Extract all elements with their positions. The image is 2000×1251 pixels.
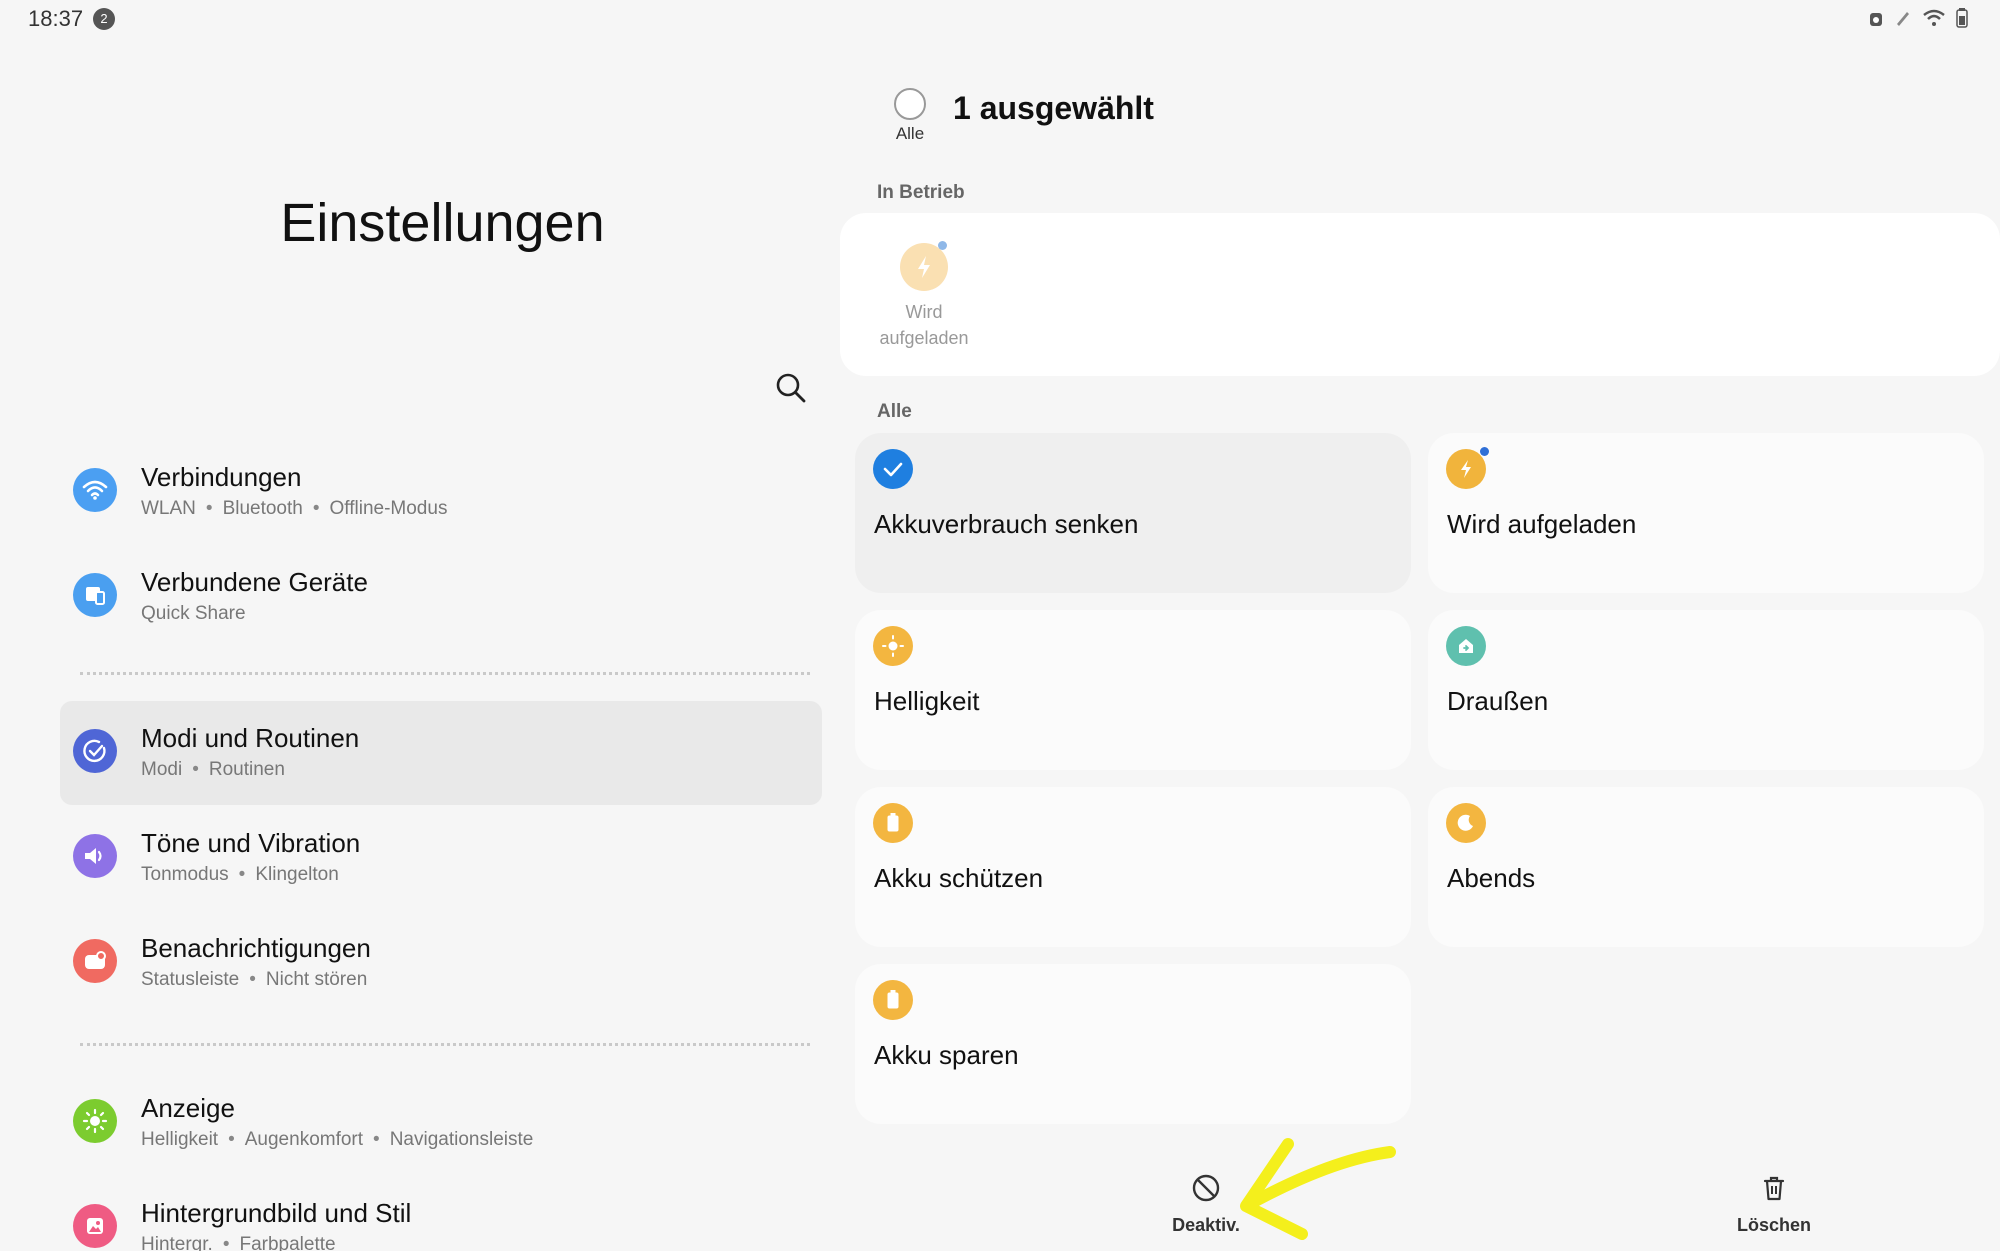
section-label-alle: Alle [877,401,912,422]
mode-label: Helligkeit [874,686,980,716]
wallpaper-icon [73,1204,117,1248]
item-subtitle: Statusleiste • Nicht stören [141,969,368,990]
select-all-circle[interactable] [894,88,926,120]
mode-card-akkuverbrauch-senken[interactable]: Akkuverbrauch senken [855,433,1411,593]
settings-item-toene-und-vibration[interactable]: Töne und Vibration Tonmodus • Klingelton [60,806,822,910]
item-title: Modi und Routinen [141,723,360,753]
item-title: Benachrichtigungen [141,933,371,963]
item-title: Verbindungen [141,462,302,492]
trash-icon [1763,1176,1785,1201]
divider [80,672,810,675]
page-title: Einstellungen [280,193,605,253]
status-time: 18:37 [28,6,84,31]
item-subtitle: WLAN • Bluetooth • Offline-Modus [141,498,448,519]
settings-panel: Einstellungen Verbindungen WLAN • Bluetoot… [0,40,840,1251]
mode-card-akku-sparen[interactable]: Akku sparen [855,964,1411,1124]
item-title: Töne und Vibration [141,828,361,858]
mode-label: Draußen [1447,686,1549,716]
mode-indicator-dot [1480,447,1489,456]
item-title: Verbundene Geräte [141,567,368,597]
sun-icon [873,626,913,666]
item-subtitle: Helligkeit • Augenkomfort • Navigationsleist… [141,1129,534,1150]
settings-item-hintergrundbild-und-stil[interactable]: Hintergrundbild und Stil Hintergr. • Farbp… [60,1176,822,1251]
selection-count-title: 1 ausgewählt [953,90,1154,126]
select-all-checkbox[interactable]: Alle [880,88,940,144]
mode-card-draussen[interactable]: Draußen [1428,610,1984,770]
settings-item-verbundene-geraete[interactable]: Verbundene Geräte Quick Share [60,545,822,649]
item-title: Anzeige [141,1093,235,1123]
mode-label: Akkuverbrauch senken [874,509,1139,539]
check-icon[interactable] [873,449,913,489]
mode-label: Abends [1447,863,1536,893]
outdoor-home-icon [1446,626,1486,666]
routine-check-icon [73,729,117,773]
notification-icon [73,939,117,983]
settings-item-benachrichtigungen[interactable]: Benachrichtigungen Statusleiste • Nicht st… [60,911,822,1015]
sun-icon [73,1099,117,1143]
annotation-arrow [1230,1130,1410,1245]
mode-label: Akku sparen [874,1040,1019,1070]
battery-icon [873,980,913,1020]
wifi-icon [73,468,117,512]
mode-card-wird-aufgeladen[interactable]: Wird aufgeladen [1428,433,1984,593]
item-subtitle: Modi • Routinen [141,759,285,780]
block-icon [1192,1174,1220,1202]
modes-panel: Alle 1 ausgewählt In Betrieb Wird aufgel… [840,0,2000,1251]
charging-bolt-icon [1446,449,1486,489]
charging-bolt-icon [900,243,948,291]
active-mode-label: Wird aufgeladen [879,302,969,348]
settings-item-verbindungen[interactable]: Verbindungen WLAN • Bluetooth • Offline-Modu… [60,440,822,544]
active-indicator-dot [938,241,947,250]
mode-label: Wird aufgeladen [1447,509,1637,539]
section-label-in-betrieb: In Betrieb [877,182,965,203]
item-subtitle: Quick Share [141,603,246,624]
search-button[interactable] [773,370,809,406]
select-all-label: Alle [895,124,925,143]
item-title: Hintergrundbild und Stil [141,1198,412,1228]
divider [80,1043,810,1046]
moon-icon [1446,803,1486,843]
devices-icon [73,573,117,617]
settings-item-anzeige[interactable]: Anzeige Helligkeit • Augenkomfort • Navigati… [60,1071,822,1175]
mode-card-akku-schuetzen[interactable]: Akku schützen [855,787,1411,947]
speaker-icon [73,834,117,878]
delete-label: Löschen [1736,1215,1811,1235]
settings-item-modi-und-routinen[interactable]: Modi und Routinen Modi • Routinen [60,701,822,805]
mode-card-helligkeit[interactable]: Helligkeit [855,610,1411,770]
search-icon [776,373,806,403]
item-subtitle: Hintergr. • Farbpalette [141,1234,336,1251]
notification-count-badge: 2 [93,8,115,30]
mode-card-abends[interactable]: Abends [1428,787,1984,947]
item-subtitle: Tonmodus • Klingelton [141,864,339,885]
delete-button[interactable]: Löschen [1704,1172,1844,1236]
battery-icon [873,803,913,843]
mode-label: Akku schützen [874,863,1044,893]
active-modes-card: Wird aufgeladen [840,213,2000,376]
